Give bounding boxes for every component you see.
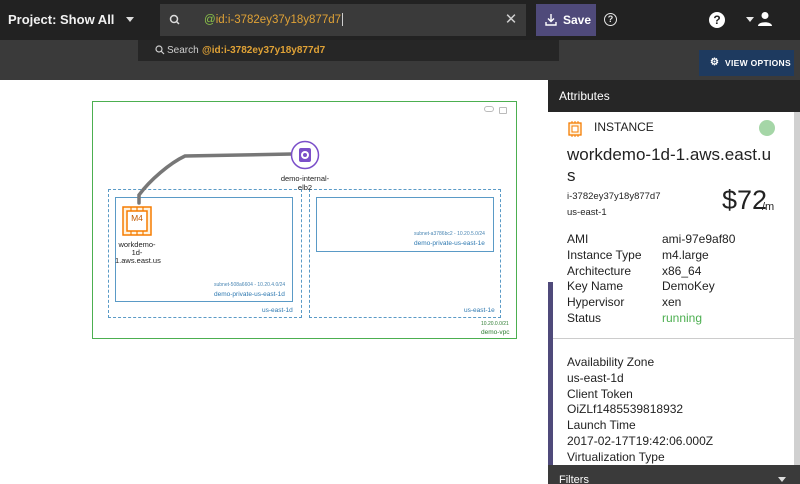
diagram-canvas[interactable]: demo-internal-elb2 M4 workdemo-1d-1.aws.… xyxy=(0,80,548,484)
attr-key-status: Status xyxy=(567,311,602,325)
availability-zone-label: Availability Zone xyxy=(567,355,655,369)
vpc-name: demo-vpc xyxy=(481,329,510,336)
status-indicator xyxy=(759,120,775,136)
filters-caret-down-icon[interactable] xyxy=(778,477,786,482)
selection-indicator xyxy=(548,282,553,465)
attr-key-instance-type: Instance Type xyxy=(567,248,642,262)
help-icon[interactable]: ? xyxy=(709,12,725,28)
filters-section[interactable]: Filters xyxy=(548,465,800,484)
panel-left-strip xyxy=(548,112,553,465)
virtualization-type-label: Virtualization Type xyxy=(567,450,665,464)
subnet2-id: subnet-a3786bc2 - 10.20.5.0/24 xyxy=(414,231,485,237)
suggestion-value: @id:i-3782ey37y18y877d7 xyxy=(202,45,326,56)
top-bar: Project: Show All @id:i-3782ey37y18y877d… xyxy=(0,0,800,40)
elb-to-instance-connection xyxy=(137,152,294,205)
monthly-price: $72 xyxy=(722,185,768,215)
view-options-label: VIEW OPTIONS xyxy=(725,58,791,68)
close-icon: ✕ xyxy=(504,11,518,28)
instance-id: i-3782ey37y18y877d7 xyxy=(567,191,661,202)
load-balancer-icon[interactable] xyxy=(290,140,320,170)
az2-label: us-east-1e xyxy=(464,307,495,314)
attr-key-ami: AMI xyxy=(567,232,589,246)
panel-scrollbar[interactable] xyxy=(794,112,800,465)
view-options-button[interactable]: ⚙ VIEW OPTIONS xyxy=(699,50,794,76)
search-input[interactable]: @id:i-3782ey37y18y877d7 xyxy=(190,4,496,36)
search-icon xyxy=(155,45,165,55)
elb-label: demo-internal-elb2 xyxy=(280,174,330,192)
vpc-cidr: 10.20.0.0/21 xyxy=(481,321,509,327)
chip-icon xyxy=(568,121,582,137)
panel-title: Attributes xyxy=(548,80,800,112)
clear-search-button[interactable]: ✕ xyxy=(496,4,526,36)
attr-key-architecture: Architecture xyxy=(567,264,632,278)
attr-value-hypervisor: xen xyxy=(662,295,682,309)
search-button[interactable] xyxy=(160,4,190,36)
launch-time-value: 2017-02-17T19:42:06.000Z xyxy=(567,434,714,448)
az1-label: us-east-1d xyxy=(262,307,293,314)
resource-type: INSTANCE xyxy=(594,120,654,134)
attr-value-status: running xyxy=(662,311,703,325)
attr-key-key-name: Key Name xyxy=(567,279,624,293)
attr-value-architecture: x86_64 xyxy=(662,264,702,278)
filters-label: Filters xyxy=(559,474,589,484)
attr-value-key-name: DemoKey xyxy=(662,279,715,293)
instance-name: workdemo-1d-1.aws.east.us xyxy=(567,145,772,185)
user-icon[interactable] xyxy=(758,11,772,27)
query-text: id:i-3782ey37y18y877d7 xyxy=(215,14,342,26)
query-help-icon[interactable]: ? xyxy=(604,13,617,26)
attributes-panel: Attributes INSTANCE workdemo-1d-1.aws.ea… xyxy=(548,80,800,484)
user-menu-caret-down-icon[interactable] xyxy=(746,17,754,22)
attr-value-instance-type: m4.large xyxy=(662,248,709,262)
download-icon xyxy=(545,14,557,26)
subnet1-name: demo-private-us-east-1d xyxy=(214,291,285,298)
suggestion-label: Search xyxy=(167,45,199,56)
instance-region: us-east-1 xyxy=(567,207,607,218)
save-button[interactable]: Save xyxy=(536,4,596,36)
text-cursor xyxy=(342,13,344,27)
project-selector[interactable]: Project: Show All xyxy=(8,0,114,40)
subnet2-name: demo-private-us-east-1e xyxy=(414,240,485,247)
save-label: Save xyxy=(563,13,592,27)
gear-icon: ⚙ xyxy=(710,57,719,68)
price-unit: /m xyxy=(762,201,775,213)
search-suggestion[interactable]: Search @id:i-3782ey37y18y877d7 xyxy=(138,40,559,61)
subnet1-id: subnet-508a6604 - 10.20.4.0/24 xyxy=(214,282,286,288)
launch-time-label: Launch Time xyxy=(567,418,636,432)
panel-divider xyxy=(553,338,794,339)
attr-key-hypervisor: Hypervisor xyxy=(567,295,625,309)
project-caret-down-icon[interactable] xyxy=(126,17,134,22)
client-token-label: Client Token xyxy=(567,387,633,401)
search-icon xyxy=(169,14,180,25)
availability-zone-value: us-east-1d xyxy=(567,371,624,385)
query-at-symbol: @ xyxy=(204,14,216,26)
instance-label: workdemo-1d-1.aws.east.us xyxy=(115,240,161,265)
instance-type-badge: M4 xyxy=(131,213,143,223)
attr-value-ami: ami-97e9af80 xyxy=(662,232,736,246)
client-token-value: OiZLf1485539818932 xyxy=(567,402,684,416)
